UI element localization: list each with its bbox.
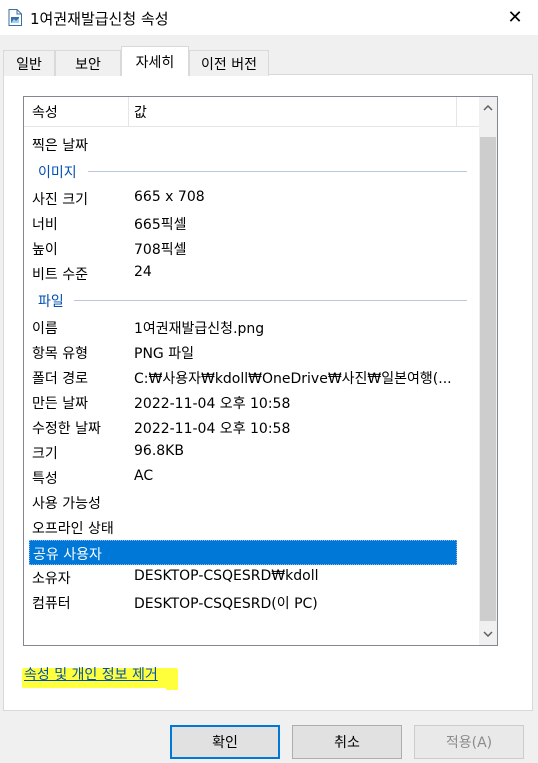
button-label: 적용(A) xyxy=(445,735,493,751)
property-name: 공유 사용자 xyxy=(33,547,102,563)
property-name: 만든 날짜 xyxy=(32,396,88,412)
tab-general[interactable]: 일반 xyxy=(3,50,55,76)
property-value: C:₩사용자₩kdoll₩OneDrive₩사진₩일본여행(... xyxy=(134,371,452,387)
table-row[interactable]: 소유자 DESKTOP-CSQESRD₩kdoll xyxy=(24,565,479,590)
property-name: 너비 xyxy=(32,217,58,233)
property-value: 1여권재발급신청.png xyxy=(134,321,265,337)
table-row[interactable]: 높이 708픽셀 xyxy=(24,236,479,261)
property-name: 사진 크기 xyxy=(32,192,88,208)
property-value: AC xyxy=(134,468,154,484)
tab-label: 보안 xyxy=(75,56,101,73)
vertical-scrollbar[interactable] xyxy=(479,97,497,645)
column-divider xyxy=(456,97,457,126)
table-row[interactable]: 너비 665픽셀 xyxy=(24,211,479,236)
scrollbar-thumb[interactable] xyxy=(480,137,496,621)
table-row[interactable]: 폴더 경로 C:₩사용자₩kdoll₩OneDrive₩사진₩일본여행(... xyxy=(24,365,479,390)
table-row[interactable]: 사용 가능성 xyxy=(24,490,479,515)
property-value: 708픽셀 xyxy=(134,242,187,258)
property-value: 96.8KB xyxy=(134,443,184,459)
property-name: 비트 수준 xyxy=(32,267,88,283)
property-name: 오프라인 상태 xyxy=(32,521,114,537)
table-row[interactable]: 크기 96.8KB xyxy=(24,440,479,465)
property-value: DESKTOP-CSQESRD(이 PC) xyxy=(134,596,318,612)
table-row[interactable]: 사진 크기 665 x 708 xyxy=(24,186,479,211)
highlighter-mark xyxy=(166,680,178,690)
cancel-button[interactable]: 취소 xyxy=(292,725,402,759)
property-name: 이름 xyxy=(32,321,58,337)
property-name: 소유자 xyxy=(32,571,71,587)
property-value: 665픽셀 xyxy=(134,217,187,233)
table-row-selected[interactable]: 공유 사용자 xyxy=(29,540,457,565)
ok-button[interactable]: 확인 xyxy=(170,725,280,759)
tab-details[interactable]: 자세히 xyxy=(121,46,189,76)
property-value: 2022-11-04 오후 10:58 xyxy=(134,396,291,412)
apply-button[interactable]: 적용(A) xyxy=(414,725,524,759)
chevron-up-icon xyxy=(483,105,493,111)
table-row[interactable]: 컴퓨터 DESKTOP-CSQESRD(이 PC) xyxy=(24,590,479,615)
property-value: 24 xyxy=(134,264,152,280)
tab-security[interactable]: 보안 xyxy=(55,50,121,76)
chevron-down-icon xyxy=(483,631,493,637)
group-divider xyxy=(74,300,467,301)
table-row[interactable]: 비트 수준 24 xyxy=(24,261,479,286)
scroll-up-button[interactable] xyxy=(479,99,497,117)
table-row[interactable]: 오프라인 상태 xyxy=(24,515,479,540)
table-row[interactable]: 찍은 날짜 xyxy=(24,132,479,157)
table-row[interactable]: 수정한 날짜 2022-11-04 오후 10:58 xyxy=(24,415,479,440)
table-row[interactable]: 특성 AC xyxy=(24,465,479,490)
group-divider xyxy=(88,171,467,172)
close-button[interactable]: ✕ xyxy=(492,0,538,35)
tab-label: 이전 버전 xyxy=(201,56,257,73)
group-label: 파일 xyxy=(38,294,64,310)
property-value: 665 x 708 xyxy=(134,189,205,205)
group-label: 이미지 xyxy=(38,165,77,181)
table-row[interactable]: 항목 유형 PNG 파일 xyxy=(24,340,479,365)
tab-label: 일반 xyxy=(16,56,42,73)
property-name: 크기 xyxy=(32,446,58,462)
title-bar: 1여권재발급신청 속성 ✕ xyxy=(0,0,538,35)
property-value: PNG 파일 xyxy=(134,346,194,362)
tab-previous-versions[interactable]: 이전 버전 xyxy=(189,50,269,76)
property-name: 항목 유형 xyxy=(32,346,88,362)
property-name: 사용 가능성 xyxy=(32,496,101,512)
property-name: 찍은 날짜 xyxy=(32,138,88,154)
remove-properties-link[interactable]: 속성 및 개인 정보 제거 xyxy=(24,664,158,684)
property-value: 2022-11-04 오후 10:58 xyxy=(134,421,291,437)
close-icon: ✕ xyxy=(507,7,523,28)
column-header-value[interactable]: 값 xyxy=(134,102,147,122)
tab-label: 자세히 xyxy=(135,54,175,71)
window-title: 1여권재발급신청 속성 xyxy=(30,10,169,28)
property-name: 높이 xyxy=(32,242,58,258)
group-header-file: 파일 xyxy=(24,288,479,313)
property-value: DESKTOP-CSQESRD₩kdoll xyxy=(134,568,319,584)
tab-strip: 일반 보안 자세히 이전 버전 xyxy=(0,46,538,76)
property-name: 폴더 경로 xyxy=(32,371,88,387)
property-name: 컴퓨터 xyxy=(32,596,71,612)
group-header-image: 이미지 xyxy=(24,159,479,184)
button-label: 확인 xyxy=(212,735,238,751)
table-row[interactable]: 이름 1여권재발급신청.png xyxy=(24,315,479,340)
property-name: 수정한 날짜 xyxy=(32,421,101,437)
column-header-property[interactable]: 속성 xyxy=(32,102,58,122)
table-row[interactable]: 만든 날짜 2022-11-04 오후 10:58 xyxy=(24,390,479,415)
file-image-icon xyxy=(8,9,22,26)
column-divider[interactable] xyxy=(128,97,129,126)
button-label: 취소 xyxy=(334,735,360,751)
scroll-down-button[interactable] xyxy=(479,625,497,643)
property-list[interactable]: 속성 값 찍은 날짜 이미지 사진 크기 665 x 708 너비 665픽셀 … xyxy=(23,96,498,646)
list-header: 속성 값 xyxy=(24,97,479,127)
property-name: 특성 xyxy=(32,471,58,487)
